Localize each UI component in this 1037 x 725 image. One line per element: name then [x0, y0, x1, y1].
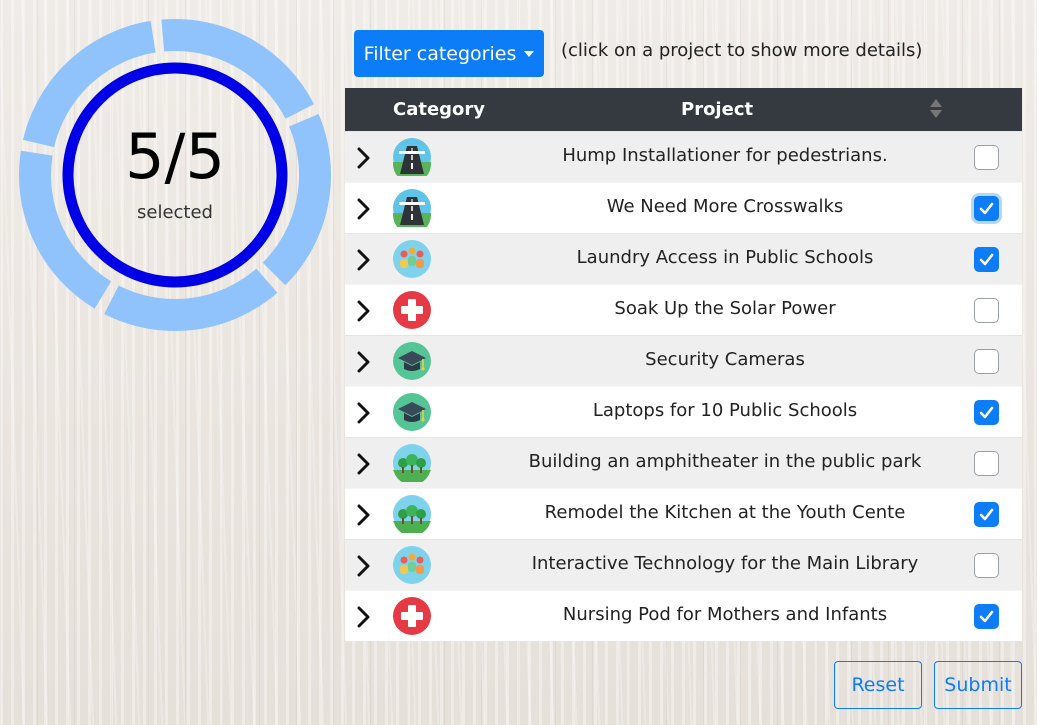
- project-name[interactable]: Laptops for 10 Public Schools: [485, 400, 965, 421]
- table-row[interactable]: We Need More Crosswalks: [345, 182, 1022, 234]
- checkmark-icon: [979, 508, 994, 521]
- select-checkbox[interactable]: [974, 145, 999, 170]
- road-icon: [393, 189, 431, 234]
- select-checkbox[interactable]: [974, 196, 999, 221]
- chevron-right-icon[interactable]: [355, 249, 373, 271]
- header-project[interactable]: Project: [681, 99, 753, 120]
- selected-count: 5/5: [125, 120, 225, 193]
- chevron-right-icon[interactable]: [355, 402, 373, 424]
- checkmark-icon: [979, 253, 994, 266]
- table-row[interactable]: Interactive Technology for the Main Libr…: [345, 539, 1022, 590]
- project-name[interactable]: Nursing Pod for Mothers and Infants: [485, 604, 965, 625]
- chevron-right-icon[interactable]: [355, 198, 373, 220]
- graduation-cap-icon: [393, 393, 431, 431]
- table-row[interactable]: Security Cameras: [345, 335, 1022, 386]
- table-row[interactable]: Laptops for 10 Public Schools: [345, 386, 1022, 437]
- park-trees-icon: [393, 444, 431, 485]
- chevron-right-icon[interactable]: [355, 351, 373, 373]
- project-name[interactable]: Laundry Access in Public Schools: [485, 247, 965, 268]
- selected-label: selected: [137, 202, 213, 223]
- table-row[interactable]: Building an amphitheater in the public p…: [345, 437, 1022, 488]
- checkmark-icon: [979, 202, 994, 215]
- table-row[interactable]: Remodel the Kitchen at the Youth Cente: [345, 488, 1022, 539]
- checkmark-icon: [979, 610, 994, 623]
- project-name[interactable]: Soak Up the Solar Power: [485, 298, 965, 319]
- project-name[interactable]: Remodel the Kitchen at the Youth Cente: [485, 502, 965, 523]
- project-name[interactable]: Hump Installationer for pedestrians.: [485, 145, 965, 166]
- table-header: Category Project: [345, 88, 1022, 131]
- health-cross-icon: [393, 291, 431, 329]
- checkmark-icon: [979, 406, 994, 419]
- health-cross-icon: [393, 597, 431, 635]
- filter-categories-label: Filter categories: [363, 42, 517, 65]
- park-trees-icon: [393, 495, 431, 536]
- selection-progress-ring: 5/5 selected: [16, 16, 334, 334]
- select-checkbox[interactable]: [974, 553, 999, 578]
- header-category: Category: [393, 99, 486, 120]
- filter-categories-button[interactable]: Filter categories: [354, 30, 544, 77]
- select-checkbox[interactable]: [974, 502, 999, 527]
- table-row[interactable]: Soak Up the Solar Power: [345, 284, 1022, 335]
- table-body: Hump Installationer for pedestrians. We …: [345, 131, 1022, 641]
- hint-text: (click on a project to show more details…: [561, 40, 923, 61]
- project-name[interactable]: Building an amphitheater in the public p…: [485, 451, 965, 472]
- graduation-cap-icon: [393, 342, 431, 380]
- people-icon: [393, 240, 431, 278]
- sort-icon[interactable]: [930, 99, 942, 119]
- reset-button[interactable]: Reset: [834, 661, 922, 709]
- caret-down-icon: [524, 50, 535, 57]
- table-row[interactable]: Nursing Pod for Mothers and Infants: [345, 590, 1022, 641]
- project-name[interactable]: Security Cameras: [485, 349, 965, 370]
- road-icon: [393, 138, 431, 183]
- project-name[interactable]: We Need More Crosswalks: [485, 196, 965, 217]
- table-row[interactable]: Hump Installationer for pedestrians.: [345, 131, 1022, 183]
- select-checkbox[interactable]: [974, 349, 999, 374]
- projects-table: Category Project Hump Installationer for…: [345, 88, 1022, 641]
- chevron-right-icon[interactable]: [355, 555, 373, 577]
- select-checkbox[interactable]: [974, 604, 999, 629]
- select-checkbox[interactable]: [974, 400, 999, 425]
- project-name[interactable]: Interactive Technology for the Main Libr…: [485, 553, 965, 574]
- chevron-right-icon[interactable]: [355, 147, 373, 169]
- chevron-right-icon[interactable]: [355, 300, 373, 322]
- chevron-right-icon[interactable]: [355, 606, 373, 628]
- select-checkbox[interactable]: [974, 247, 999, 272]
- select-checkbox[interactable]: [974, 298, 999, 323]
- chevron-right-icon[interactable]: [355, 504, 373, 526]
- table-row[interactable]: Laundry Access in Public Schools: [345, 233, 1022, 284]
- people-icon: [393, 546, 431, 584]
- submit-button[interactable]: Submit: [934, 661, 1022, 709]
- chevron-right-icon[interactable]: [355, 453, 373, 475]
- select-checkbox[interactable]: [974, 451, 999, 476]
